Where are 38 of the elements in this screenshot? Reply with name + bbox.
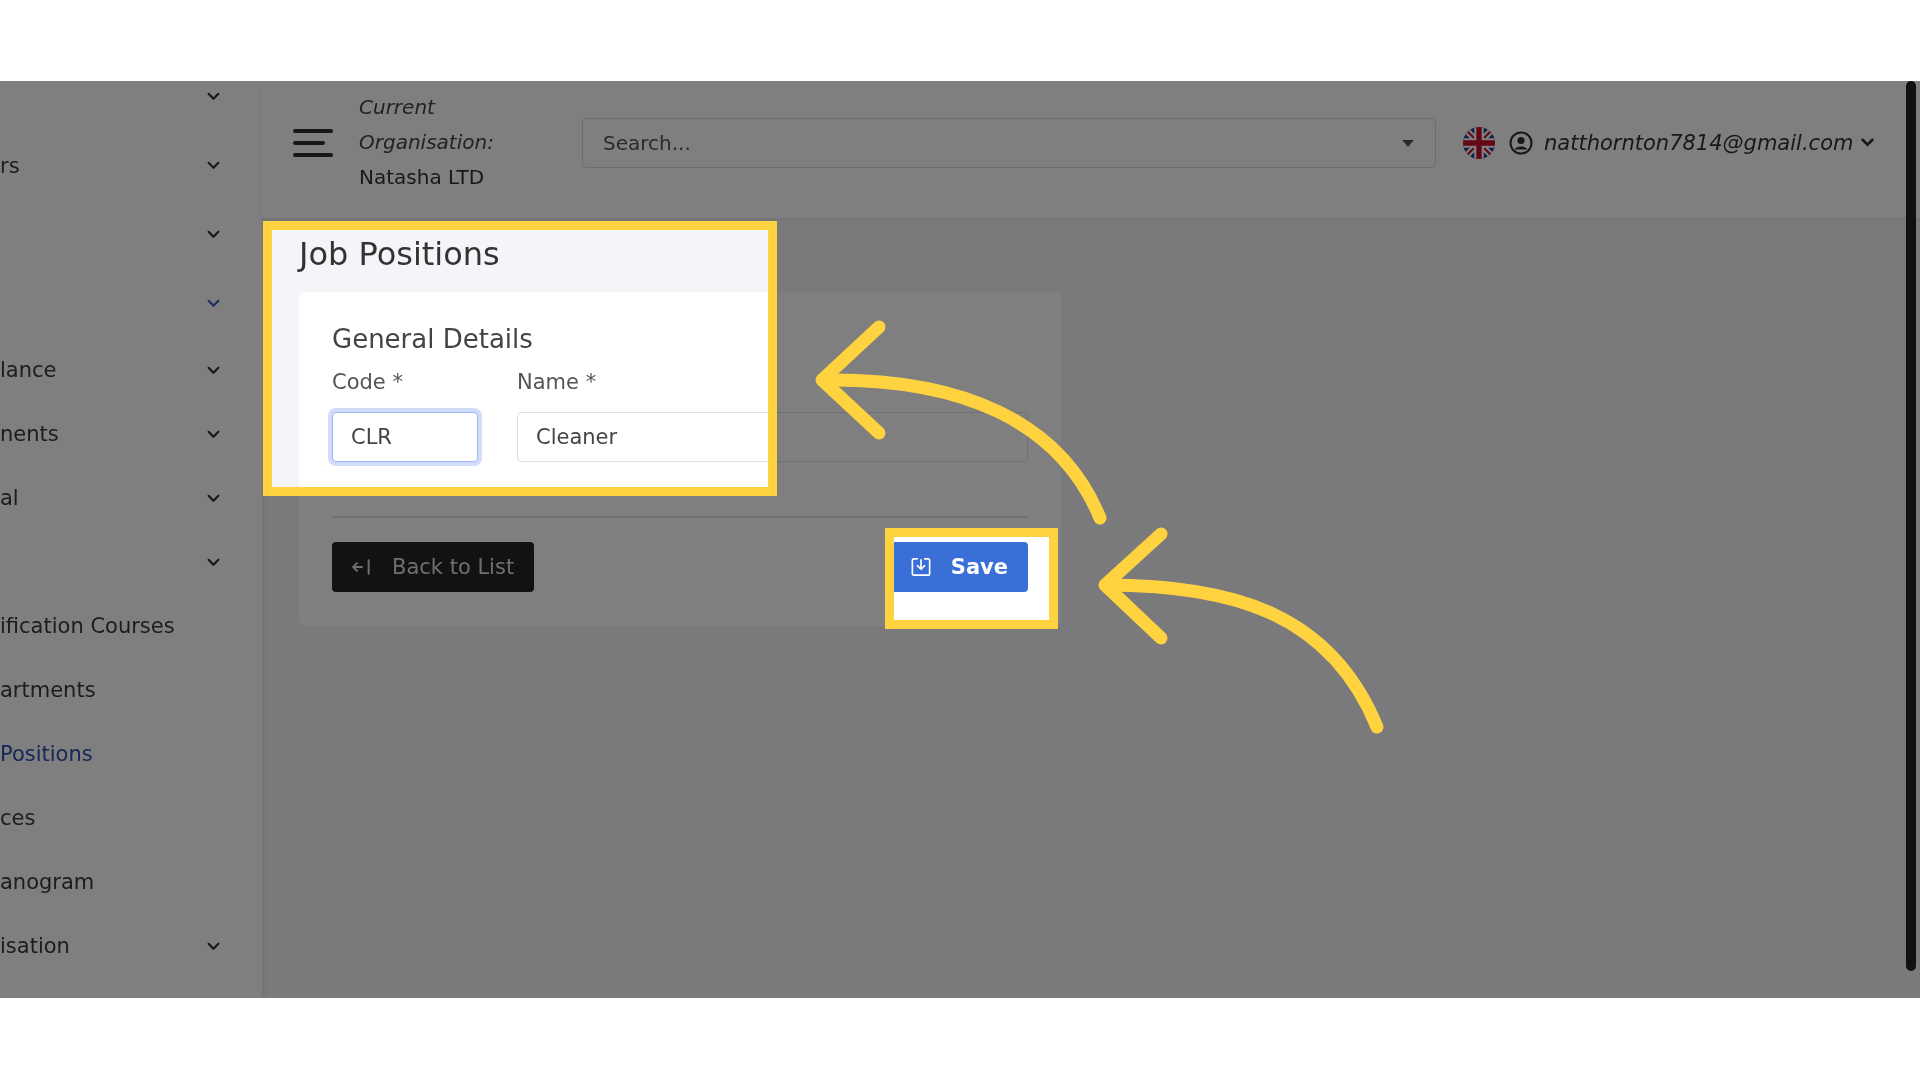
organisation-label: Current Organisation: — [359, 94, 495, 156]
input-field[interactable]: Cleaner — [517, 412, 1028, 462]
chevron-down-icon[interactable] — [207, 365, 220, 375]
chevron-down-icon[interactable] — [207, 429, 220, 439]
section-title: General Details — [332, 324, 534, 354]
chevron-down-icon[interactable] — [207, 92, 220, 101]
sidebar-item[interactable]: ces — [0, 806, 36, 830]
sidebar-item[interactable]: ification Courses — [0, 614, 175, 638]
menu-icon[interactable] — [293, 127, 333, 158]
scrollbar[interactable] — [1906, 81, 1916, 971]
chevron-down-icon[interactable] — [207, 557, 220, 567]
sidebar-item[interactable]: nents — [0, 422, 59, 446]
chevron-down-icon[interactable] — [207, 230, 220, 239]
input-field[interactable]: CLR — [332, 412, 478, 462]
chevron-down-icon[interactable] — [207, 299, 220, 308]
user-email[interactable]: natthornton7814@gmail.com — [1544, 130, 1854, 155]
sidebar-item[interactable]: anogram — [0, 870, 95, 894]
chevron-down-icon[interactable] — [207, 493, 220, 503]
sidebar-item[interactable]: lance — [0, 358, 57, 382]
save-icon — [910, 557, 931, 577]
chevron-down-icon[interactable] — [207, 161, 220, 170]
sidebar-item[interactable]: artments — [0, 678, 96, 702]
sidebar-item[interactable]: rs — [0, 153, 20, 178]
back-icon — [352, 557, 372, 577]
sidebar-item[interactable]: al — [0, 486, 19, 510]
flag-icon[interactable] — [1463, 126, 1495, 159]
chevron-down-icon[interactable] — [1861, 138, 1875, 147]
field-label: Code * — [332, 370, 404, 394]
caret-icon — [1402, 139, 1414, 147]
organisation-name: Natasha LTD — [359, 164, 486, 191]
field-label: Name * — [517, 370, 598, 394]
sidebar-item[interactable]: isation — [0, 934, 70, 958]
sidebar-item[interactable]: Positions — [0, 742, 93, 766]
page-title: Job Positions — [299, 234, 501, 274]
user-icon[interactable] — [1509, 130, 1533, 155]
back-button[interactable]: Back to List — [332, 542, 535, 592]
chevron-down-icon[interactable] — [207, 941, 220, 951]
search-field[interactable]: Search... — [582, 117, 1436, 168]
